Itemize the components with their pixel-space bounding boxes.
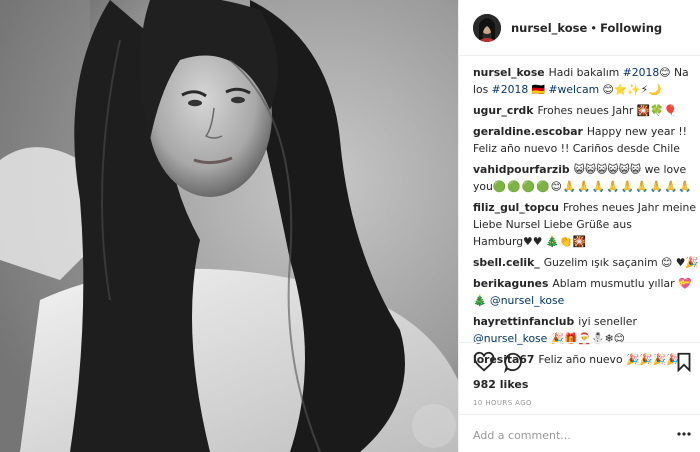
comment-username[interactable]: berikagunes [473,277,548,290]
header-username[interactable]: nursel_kose [511,21,587,35]
comment-username[interactable]: ugur_crdk [473,104,533,117]
post-sidebar: nursel_kose • Following nursel_kose Hadi ba… [458,0,700,452]
comment-item: ugur_crdk Frohes neues Jahr 🎇🍀🎈 [473,102,699,119]
comment-text: Ablam musmutlu yıllar 💝 [552,277,692,290]
comment-username[interactable]: nursel_kose [473,66,545,79]
comment-username[interactable]: filiz_gul_topcu [473,201,559,214]
comment-bubble-icon[interactable] [503,351,525,373]
hashtag-link[interactable]: @nursel_kose [490,294,564,307]
action-bar [459,342,700,378]
comment-text: 😊⭐✨⚡🌙 [599,83,662,96]
following-button[interactable]: Following [600,21,662,35]
bookmark-icon[interactable] [673,351,695,373]
comment-item: filiz_gul_topcu Frohes neues Jahr meine L… [473,199,699,250]
post-header: nursel_kose • Following [459,0,700,56]
portrait-image [0,0,458,452]
comment-list: nursel_kose Hadi bakalım #2018😊 Na los #2… [473,64,699,372]
comment-username[interactable]: hayrettinfanclub [473,315,574,328]
comment-text: iyi seneller [578,315,637,328]
post-timestamp: 10 HOURS AGO [473,399,532,407]
comment-item: berikagunes Ablam musmutlu yıllar 💝 🎄 @nu… [473,275,699,309]
comment-text: 🟢🟢🟢🟢😊🙏🙏🙏🙏🙏🙏🙏🙏🙏 [492,180,693,193]
avatar[interactable] [473,13,501,42]
hashtag-link[interactable]: #welcam [549,83,600,96]
comment-text: Guzelim ışık saçanim 😊 ♥🎉 [543,256,699,269]
comment-text: 🎄 [473,294,490,307]
comment-username[interactable]: vahidpourfarzib [473,163,570,176]
hashtag-link[interactable]: #2018 [492,83,529,96]
comment-username[interactable]: sbell.celik_ [473,256,540,269]
comment-text: 🇩🇪 [528,83,549,96]
like-count[interactable]: 982 likes [473,378,528,391]
header-separator: • [590,20,598,35]
post-photo[interactable] [0,0,458,452]
comment-text: Hadi bakalım [548,66,623,79]
comment-item: geraldine.escobar Happy new year !! Feliz… [473,123,699,157]
comment-item: sbell.celik_ Guzelim ışık saçanim 😊 ♥🎉 [473,254,699,271]
add-comment-input[interactable]: Add a comment... [459,414,700,452]
comment-item: vahidpourfarzib 😺😺😺😺😺😺 we love you🟢🟢🟢🟢😊🙏🙏… [473,161,699,195]
comment-item: nursel_kose Hadi bakalım #2018😊 Na los #2… [473,64,699,98]
like-heart-icon[interactable] [473,351,495,373]
hashtag-link[interactable]: #2018 [623,66,660,79]
comment-text: Frohes neues Jahr 🎇🍀🎈 [537,104,678,117]
comment-username[interactable]: geraldine.escobar [473,125,583,138]
more-options-icon[interactable] [677,428,691,440]
